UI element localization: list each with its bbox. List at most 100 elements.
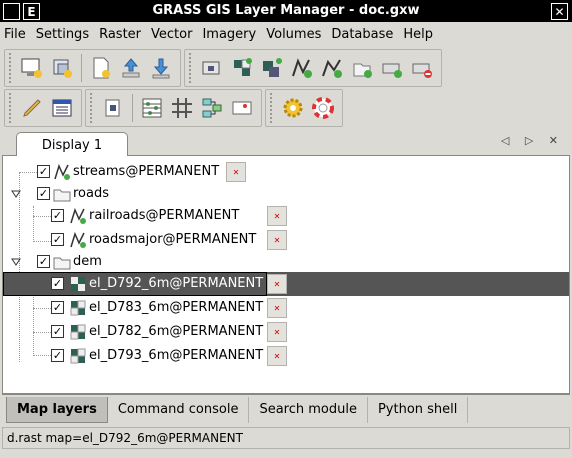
raster-layer-icon [71,277,85,291]
menu-volumes[interactable]: Volumes [266,27,321,42]
collapse-icon[interactable] [11,257,21,267]
layer-row-el-d783[interactable]: ✓ el_D783_6m@PERMANENT ✕ [3,296,569,320]
grid-icon[interactable] [167,93,197,123]
group-label: roads [73,186,110,201]
digitize-icon[interactable] [17,93,47,123]
layer-properties-button[interactable]: ✕ [267,298,287,318]
layer-checkbox[interactable]: ✓ [51,233,64,246]
status-bar: d.rast map=el_D792_6m@PERMANENT [2,427,570,449]
settings-icon[interactable] [278,93,308,123]
add-vector-icon[interactable] [257,53,287,83]
remove-layer-icon[interactable] [377,53,407,83]
layer-row-el-d792[interactable]: ✓ el_D792_6m@PERMANENT ✕ [3,272,569,296]
menu-vector[interactable]: Vector [151,27,192,42]
layer-properties-button[interactable]: ✕ [267,322,287,342]
layer-checkbox[interactable]: ✓ [51,277,64,290]
menu-bar: File Settings Raster Vector Imagery Volu… [0,23,572,46]
layer-checkbox[interactable]: ✓ [37,165,50,178]
layer-checkbox[interactable]: ✓ [51,301,64,314]
layer-tree: ✓ streams@PERMANENT ✕ ✓ roads ✓ railroad… [2,156,570,394]
layer-checkbox[interactable]: ✓ [51,325,64,338]
menu-help[interactable]: Help [403,27,433,42]
menu-raster[interactable]: Raster [99,27,141,42]
main-toolbar [4,48,445,88]
layer-label: el_D793_6m@PERMANENT [89,348,264,363]
analysis-toolbar [85,89,262,127]
layers-toolbar [184,49,442,87]
group-label: dem [73,254,102,269]
misc-toolbar [265,89,343,127]
layer-label: railroads@PERMANENT [89,208,240,223]
layer-row-railroads[interactable]: ✓ railroads@PERMANENT ✕ [3,204,569,228]
layer-properties-button[interactable]: ✕ [267,346,287,366]
layer-label: el_D792_6m@PERMANENT [89,276,264,291]
attribute-table-icon[interactable] [47,93,77,123]
vector-layer-icon [70,207,86,224]
tab-python-shell[interactable]: Python shell [368,396,469,423]
help-icon[interactable] [308,93,338,123]
collapse-icon[interactable] [11,189,21,199]
add-multiple-rasters-icon[interactable] [227,53,257,83]
toolbar-grip[interactable] [9,93,13,123]
layer-properties-button[interactable]: ✕ [226,162,246,182]
layer-label: roadsmajor@PERMANENT [89,232,257,247]
title-bar: E GRASS GIS Layer Manager - doc.gxw ✕ [0,0,572,22]
layer-checkbox[interactable]: ✓ [37,187,50,200]
vector-layer-icon [70,231,86,248]
menu-settings[interactable]: Settings [36,27,89,42]
layer-row-el-d782[interactable]: ✓ el_D782_6m@PERMANENT ✕ [3,320,569,344]
new-workspace-icon[interactable] [47,53,77,83]
add-multiple-vectors-icon[interactable] [287,53,317,83]
tab-display-1[interactable]: Display 1 [16,132,128,157]
tab-map-layers[interactable]: Map layers [6,396,108,423]
layer-row-roads-group[interactable]: ✓ roads [3,182,569,206]
add-raster-icon[interactable] [197,53,227,83]
layer-properties-button[interactable]: ✕ [267,206,287,226]
folder-icon [53,189,71,202]
toolbar-separator [132,94,133,122]
tab-search-module[interactable]: Search module [249,396,368,423]
layer-label: el_D783_6m@PERMANENT [89,300,264,315]
layer-properties-button[interactable]: ✕ [267,230,287,250]
layer-label: el_D782_6m@PERMANENT [89,324,264,339]
toolbar-grip[interactable] [189,53,193,83]
toolbar-grip[interactable] [9,53,13,83]
import-vector-icon[interactable] [146,53,176,83]
layer-row-dem-group[interactable]: ✓ dem [3,250,569,274]
tools-toolbar [4,88,346,128]
folder-icon [53,257,71,270]
toolbar-grip[interactable] [270,93,274,123]
new-display-icon[interactable] [17,53,47,83]
raster-layer-icon [70,348,86,364]
modeler-icon[interactable] [197,93,227,123]
menu-database[interactable]: Database [331,27,393,42]
layer-row-streams[interactable]: ✓ streams@PERMANENT ✕ [3,160,569,184]
close-window-button[interactable]: ✕ [551,3,568,20]
histogram-icon[interactable] [137,93,167,123]
layer-row-el-d793[interactable]: ✓ el_D793_6m@PERMANENT ✕ [3,344,569,368]
open-workspace-icon[interactable] [86,53,116,83]
layer-checkbox[interactable]: ✓ [51,209,64,222]
bottom-tabs: Map layers Command console Search module… [2,394,570,424]
menu-imagery[interactable]: Imagery [202,27,256,42]
display-tabstrip: Display 1 ◁ ▷ ✕ [2,130,570,157]
add-group-icon[interactable] [347,53,377,83]
layer-checkbox[interactable]: ✓ [51,349,64,362]
layer-properties-button[interactable]: ✕ [267,274,287,294]
edit-toolbar [4,89,82,127]
cartographic-composer-icon[interactable] [98,93,128,123]
toolbar-grip[interactable] [90,93,94,123]
layer-row-roadsmajor[interactable]: ✓ roadsmajor@PERMANENT ✕ [3,228,569,252]
import-raster-icon[interactable] [116,53,146,83]
layer-label: streams@PERMANENT [73,164,220,179]
add-overlay-icon[interactable] [317,53,347,83]
raster-layer-icon [70,300,86,316]
tab-navigation[interactable]: ◁ ▷ ✕ [501,134,564,147]
layer-checkbox[interactable]: ✓ [37,255,50,268]
delete-icon[interactable] [407,53,437,83]
menu-file[interactable]: File [4,27,26,42]
georectify-icon[interactable] [227,93,257,123]
status-text: d.rast map=el_D792_6m@PERMANENT [7,431,243,445]
tab-command-console[interactable]: Command console [108,396,250,423]
vector-layer-icon [54,163,70,180]
